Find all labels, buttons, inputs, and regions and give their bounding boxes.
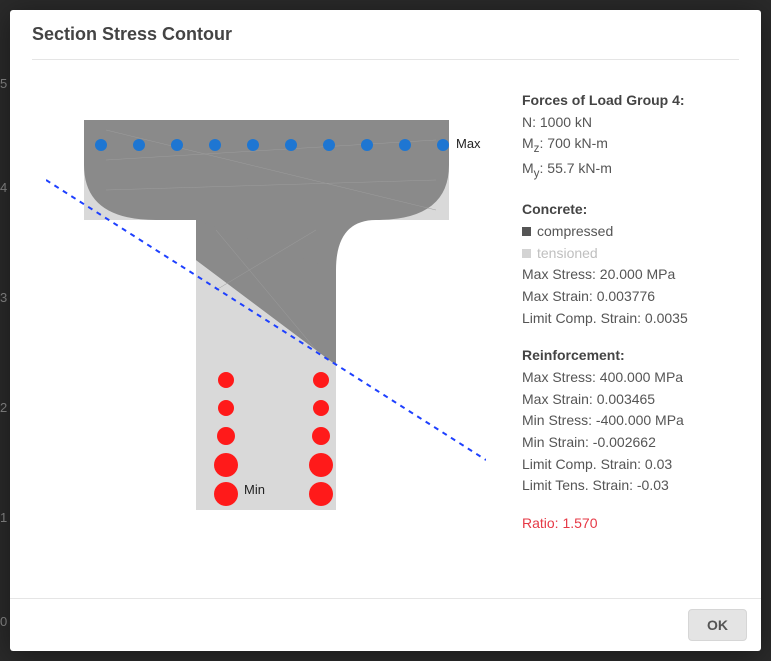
reinf-min-strain: Min Strain: -0.002662 <box>522 432 737 454</box>
diagram-column: Max Min <box>34 90 498 594</box>
reinf-limit-comp: Limit Comp. Strain: 0.03 <box>522 454 737 476</box>
force-n: N: 1000 kN <box>522 112 737 134</box>
axis-tick: 1 <box>0 510 7 525</box>
axis-tick: 4 <box>0 180 7 195</box>
concrete-limit-comp: Limit Comp. Strain: 0.0035 <box>522 308 737 330</box>
axis-tick: 3 <box>0 290 7 305</box>
dialog-footer: OK <box>10 598 761 651</box>
forces-title: Forces of Load Group 4: <box>522 90 737 112</box>
stress-contour-dialog: Section Stress Contour <box>10 10 761 651</box>
info-column: Forces of Load Group 4: N: 1000 kN Mz: 7… <box>522 90 737 594</box>
ok-button[interactable]: OK <box>688 609 747 641</box>
max-label: Max <box>456 136 481 151</box>
axis-tick: 0 <box>0 614 7 629</box>
reinf-min-stress: Min Stress: -400.000 MPa <box>522 410 737 432</box>
forces-group: Forces of Load Group 4: N: 1000 kN Mz: 7… <box>522 90 737 183</box>
axis-tick: 5 <box>0 76 7 91</box>
ratio-value: Ratio: 1.570 <box>522 513 737 535</box>
min-label: Min <box>244 482 265 497</box>
reinforcement-title: Reinforcement: <box>522 345 737 367</box>
concrete-max-strain: Max Strain: 0.003776 <box>522 286 737 308</box>
reinf-max-stress: Max Stress: 400.000 MPa <box>522 367 737 389</box>
reinf-max-strain: Max Strain: 0.003465 <box>522 389 737 411</box>
reinforcement-group: Reinforcement: Max Stress: 400.000 MPa M… <box>522 345 737 497</box>
dialog-body: Max Min Forces of Load Group 4: N: 1000 … <box>10 70 761 598</box>
force-mz: Mz: 700 kN-m <box>522 133 737 158</box>
section-diagram: Max Min <box>46 90 486 530</box>
force-my: My: 55.7 kN-m <box>522 158 737 183</box>
concrete-title: Concrete: <box>522 199 737 221</box>
concrete-max-stress: Max Stress: 20.000 MPa <box>522 264 737 286</box>
legend-compressed: compressed <box>522 221 737 243</box>
dialog-title: Section Stress Contour <box>10 10 761 70</box>
concrete-group: Concrete: compressed tensioned Max Stres… <box>522 199 737 329</box>
axis-tick: 2 <box>0 400 7 415</box>
reinf-limit-tens: Limit Tens. Strain: -0.03 <box>522 475 737 497</box>
legend-tensioned: tensioned <box>522 243 737 265</box>
